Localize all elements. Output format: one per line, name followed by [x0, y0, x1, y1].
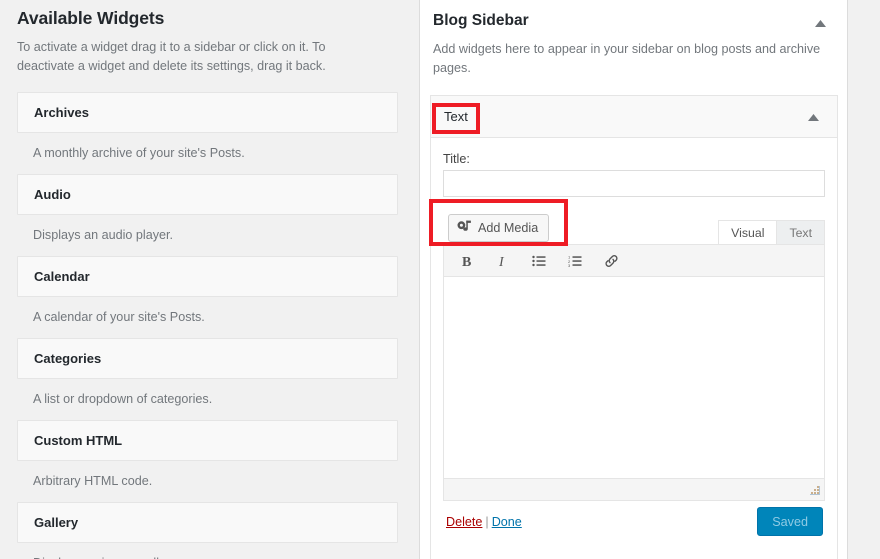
media-icon — [457, 220, 472, 237]
widget-card-audio[interactable]: Audio — [17, 174, 398, 215]
widget-card-title: Archives — [34, 105, 89, 120]
footer-links: Delete | Done — [446, 515, 522, 529]
editor-content-area[interactable] — [444, 277, 824, 478]
widget-entry: Archives A monthly archive of your site's… — [0, 92, 420, 174]
editor-tab-text[interactable]: Text — [776, 220, 825, 244]
widget-card-description: Arbitrary HTML code. — [33, 474, 153, 488]
widget-card-title: Audio — [34, 187, 71, 202]
delete-link[interactable]: Delete — [446, 515, 482, 529]
widget-entry: Gallery Displays an image gallery. — [0, 502, 420, 559]
available-widgets-list: Archives A monthly archive of your site's… — [0, 92, 420, 559]
link-icon[interactable] — [600, 250, 622, 272]
editor-statusbar — [444, 478, 824, 500]
widget-entry: Custom HTML Arbitrary HTML code. — [0, 420, 420, 502]
sidebar-panel-description: Add widgets here to appear in your sideb… — [433, 42, 821, 75]
title-input[interactable] — [443, 170, 825, 197]
text-widget-body: Title: Add Media Visual Text B I 1 2 3 D… — [431, 138, 837, 559]
editor-tab-visual[interactable]: Visual — [718, 220, 778, 244]
numbered-list-icon[interactable]: 123 — [564, 250, 586, 272]
widget-card-description: Displays an image gallery. — [17, 543, 398, 559]
widget-entry: Categories A list or dropdown of categori… — [0, 338, 420, 420]
right-gutter — [848, 0, 880, 559]
resize-grip-icon[interactable] — [807, 484, 821, 498]
widget-card-title: Custom HTML — [34, 433, 123, 448]
widget-card-title: Gallery — [34, 515, 79, 530]
widget-card-description: A monthly archive of your site's Posts. — [33, 146, 245, 160]
widget-card-title: Calendar — [34, 269, 90, 284]
page-title: Available Widgets — [17, 8, 165, 28]
editor-mode-tabs: Visual Text — [718, 220, 825, 244]
widgets-admin-screen: Available Widgets To activate a widget d… — [0, 0, 880, 559]
link-separator: | — [485, 515, 489, 529]
widget-card-title: Categories — [34, 351, 102, 366]
widget-card-gallery[interactable]: Gallery — [17, 502, 398, 543]
widget-card-description: A calendar of your site's Posts. — [33, 310, 205, 324]
italic-icon[interactable]: I — [492, 250, 514, 272]
widget-card-archives[interactable]: Archives — [17, 92, 398, 133]
widget-card-description: A list or dropdown of categories. — [33, 392, 213, 406]
add-media-button[interactable]: Add Media — [448, 214, 550, 242]
available-widgets-column: Available Widgets To activate a widget d… — [0, 0, 420, 559]
caret-up-icon[interactable] — [810, 14, 830, 32]
blog-sidebar-column: Blog Sidebar Add widgets here to appear … — [420, 0, 848, 559]
bold-icon[interactable]: B — [456, 250, 478, 272]
bulleted-list-icon[interactable] — [528, 250, 550, 272]
widget-card-categories[interactable]: Categories — [17, 338, 398, 379]
widget-card-description: Displays an audio player. — [33, 228, 174, 242]
svg-text:3: 3 — [568, 262, 571, 266]
text-widget-header[interactable]: Text — [431, 96, 837, 138]
svg-text:B: B — [462, 255, 471, 268]
save-button[interactable]: Saved — [757, 507, 823, 536]
media-and-tabs-row: Add Media Visual Text — [443, 214, 825, 244]
widget-entry: Audio Displays an audio player. — [0, 174, 420, 256]
widget-entry: Calendar A calendar of your site's Posts. — [0, 256, 420, 338]
caret-up-icon[interactable] — [803, 108, 823, 126]
text-widget-panel: Text Title: Add Media Visual Text B I 1 … — [430, 95, 838, 559]
add-media-label: Add Media — [478, 221, 539, 235]
widget-card-calendar[interactable]: Calendar — [17, 256, 398, 297]
editor-toolbar: B I 123 — [444, 245, 824, 277]
text-widget-header-title: Text — [444, 109, 468, 124]
title-field-label: Title: — [443, 152, 470, 166]
sidebar-panel-title: Blog Sidebar — [433, 12, 529, 29]
done-link[interactable]: Done — [492, 515, 522, 529]
available-widgets-description: To activate a widget drag it to a sideba… — [17, 40, 326, 73]
svg-text:I: I — [498, 255, 505, 268]
editor-box: B I 123 — [443, 244, 825, 501]
text-widget-footer: Delete | Done Saved — [443, 501, 825, 547]
widget-card-custom-html[interactable]: Custom HTML — [17, 420, 398, 461]
